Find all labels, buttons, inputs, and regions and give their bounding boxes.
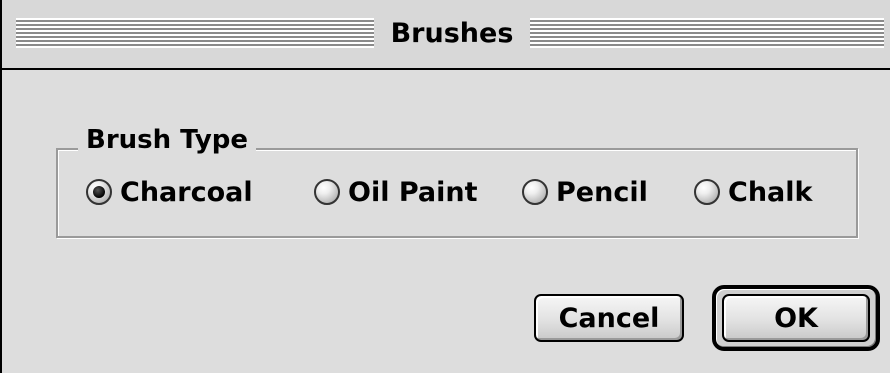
brush-type-label: Brush Type <box>78 123 257 157</box>
title-stripes-left <box>16 18 374 48</box>
radio-unselected-icon[interactable] <box>522 179 548 205</box>
radio-label-charcoal: Charcoal <box>120 176 253 208</box>
radio-label-chalk: Chalk <box>728 176 813 208</box>
radio-charcoal[interactable]: Charcoal <box>86 175 253 209</box>
radio-pencil[interactable]: Pencil <box>522 175 648 209</box>
radio-unselected-icon[interactable] <box>314 179 340 205</box>
radio-chalk[interactable]: Chalk <box>694 175 812 209</box>
radio-label-oil-paint: Oil Paint <box>348 176 478 208</box>
brushes-dialog: Brushes Brush Type Charcoal Oil Paint Pe… <box>0 0 890 373</box>
title-stripes-right <box>530 18 884 48</box>
radio-dot <box>93 186 105 198</box>
cancel-button[interactable]: Cancel <box>534 294 684 342</box>
radio-unselected-icon[interactable] <box>694 179 720 205</box>
window-title: Brushes <box>390 18 514 49</box>
radio-oil-paint[interactable]: Oil Paint <box>314 175 478 209</box>
ok-button[interactable]: OK <box>722 294 870 342</box>
radio-label-pencil: Pencil <box>556 176 648 208</box>
title-bar[interactable]: Brushes <box>2 0 890 70</box>
radio-selected-icon[interactable] <box>86 179 112 205</box>
